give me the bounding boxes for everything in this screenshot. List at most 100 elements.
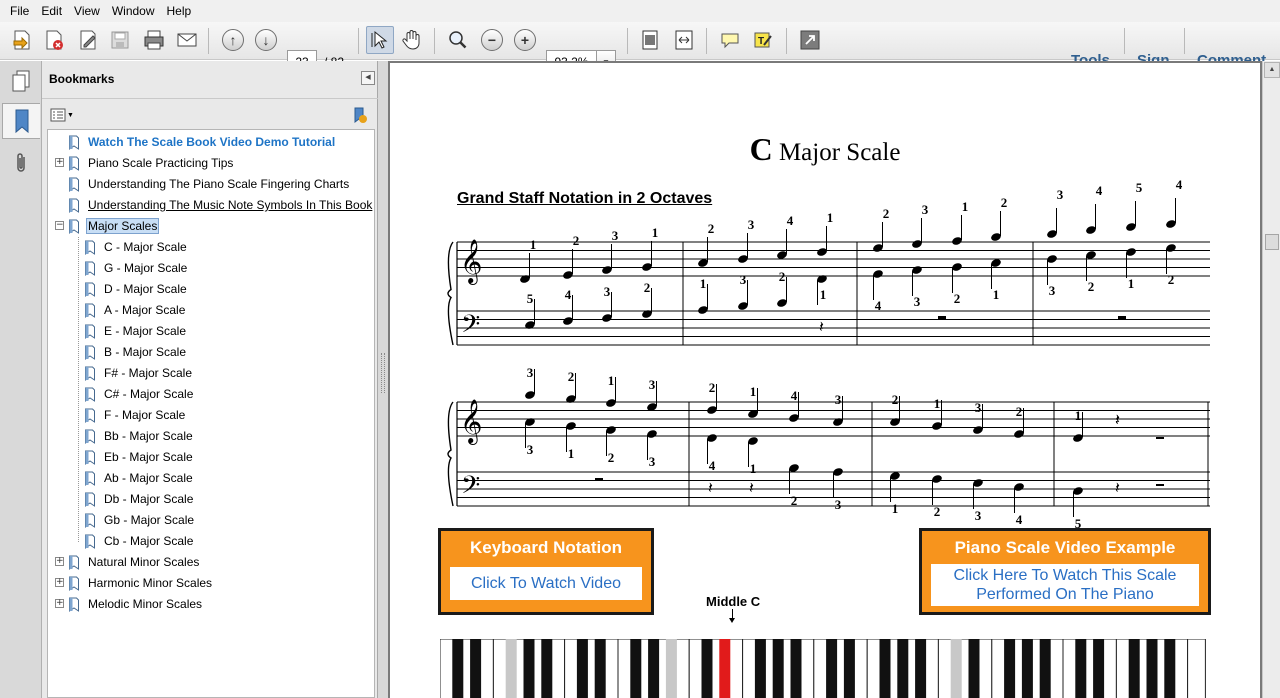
menu-window[interactable]: Window (106, 0, 161, 22)
bookmarks-header: Bookmarks ◀ (42, 61, 378, 99)
white-key (1187, 639, 1206, 698)
splitter-grip[interactable] (381, 353, 385, 393)
bookmark-item[interactable]: Understanding The Music Note Symbols In … (68, 195, 374, 215)
watch-video-link[interactable]: Click To Watch Video (450, 567, 642, 600)
edit-pdf-icon[interactable] (40, 26, 68, 54)
scroll-up-button[interactable]: ▲ (1264, 62, 1280, 78)
fingering-number: 2 (1088, 279, 1095, 294)
black-key (968, 639, 980, 698)
bass-clef-icon: 𝄢 (461, 471, 480, 506)
fit-width-icon[interactable] (670, 26, 698, 54)
bookmark-item[interactable]: + Natural Minor Scales (55, 552, 201, 572)
comment-icon[interactable] (716, 26, 744, 54)
middle-c-key (719, 639, 731, 698)
fingering-number: 2 (779, 269, 786, 284)
fit-page-icon[interactable] (636, 26, 664, 54)
bookmark-item[interactable]: E - Major Scale (84, 321, 188, 341)
black-key (505, 639, 517, 698)
bookmark-options-button[interactable]: ▼ (50, 107, 76, 123)
bookmark-label: Melodic Minor Scales (88, 597, 203, 611)
watch-scale-video-link[interactable]: Click Here To Watch This Scale Performed… (931, 564, 1199, 606)
panel-splitter[interactable] (378, 61, 388, 698)
bookmark-label: D - Major Scale (104, 282, 187, 296)
expand-icon[interactable]: + (55, 557, 64, 566)
bookmark-label: Understanding The Music Note Symbols In … (88, 198, 373, 212)
bookmark-item[interactable]: F - Major Scale (84, 405, 187, 425)
bookmark-label: Harmonic Minor Scales (88, 576, 213, 590)
black-key (826, 639, 838, 698)
menu-help[interactable]: Help (161, 0, 198, 22)
expand-icon[interactable]: + (55, 158, 64, 167)
save-icon[interactable] (106, 26, 134, 54)
bookmark-item[interactable]: B - Major Scale (84, 342, 188, 362)
bookmark-item[interactable]: Ab - Major Scale (84, 468, 195, 488)
fingering-number: 4 (787, 213, 794, 228)
bookmark-item[interactable]: F# - Major Scale (84, 363, 194, 383)
fingering-number: 3 (649, 377, 656, 392)
bookmark-item[interactable]: A - Major Scale (84, 300, 187, 320)
bookmark-item[interactable]: Cb - Major Scale (84, 531, 195, 551)
fingering-number: 1 (568, 446, 575, 461)
vertical-scrollbar[interactable]: ▲ (1262, 61, 1280, 698)
bookmark-item[interactable]: Eb - Major Scale (84, 447, 195, 467)
menu-file[interactable]: File (4, 0, 35, 22)
bookmark-item[interactable]: Bb - Major Scale (84, 426, 195, 446)
previous-page-icon[interactable]: ↑ (219, 26, 247, 54)
bookmark-item[interactable]: C - Major Scale (84, 237, 189, 257)
fingering-number: 4 (791, 388, 798, 403)
bookmark-item[interactable]: + Harmonic Minor Scales (55, 573, 214, 593)
bookmark-item[interactable]: D - Major Scale (84, 279, 189, 299)
bookmark-item[interactable]: Gb - Major Scale (84, 510, 196, 530)
bookmark-item[interactable]: C# - Major Scale (84, 384, 195, 404)
bookmark-item[interactable]: G - Major Scale (84, 258, 189, 278)
collapse-icon[interactable]: − (55, 221, 64, 230)
menu-edit[interactable]: Edit (35, 0, 68, 22)
fingering-number: 1 (608, 373, 615, 388)
create-pdf-icon[interactable] (8, 26, 36, 54)
page-thumbnails-button[interactable] (2, 63, 40, 99)
bookmark-icon (84, 345, 96, 360)
fingering-number: 2 (644, 280, 651, 295)
black-key (576, 639, 588, 698)
select-cursor-icon[interactable] (366, 26, 394, 54)
fingering-number: 3 (604, 284, 611, 299)
highlight-icon[interactable]: T (749, 26, 777, 54)
bookmark-item[interactable]: + Piano Scale Practicing Tips (55, 153, 235, 173)
marquee-zoom-icon[interactable] (444, 26, 472, 54)
bookmark-item[interactable]: Db - Major Scale (84, 489, 195, 509)
fingering-number: 3 (527, 365, 534, 380)
bookmark-label: Natural Minor Scales (88, 555, 200, 569)
next-page-icon[interactable]: ↓ (252, 26, 280, 54)
delete-bookmark-button[interactable] (350, 106, 368, 124)
scroll-thumb[interactable] (1265, 234, 1279, 250)
bookmark-item[interactable]: + Melodic Minor Scales (55, 594, 204, 614)
bookmark-label: Gb - Major Scale (104, 513, 195, 527)
hand-tool-icon[interactable] (398, 26, 426, 54)
bookmark-item[interactable]: − Major Scales (55, 216, 160, 236)
acrobat-reader-window: File Edit View Window Help ↑ ↓ 23 / 82 (0, 0, 1280, 698)
zoom-in-icon[interactable]: + (511, 26, 539, 54)
attachments-button[interactable] (2, 145, 40, 181)
expand-icon[interactable]: + (55, 599, 64, 608)
bookmarks-toolbar: ▼ (42, 99, 378, 129)
bookmark-icon (84, 513, 96, 528)
bookmark-icon (84, 471, 96, 486)
half-rest (1156, 484, 1164, 486)
full-screen-icon[interactable] (796, 26, 824, 54)
bookmark-label: Major Scales (86, 218, 160, 234)
print-icon[interactable] (140, 26, 168, 54)
bookmark-item[interactable]: Watch The Scale Book Video Demo Tutorial (68, 132, 337, 152)
email-icon[interactable] (173, 26, 201, 54)
sign-doc-icon[interactable] (74, 26, 102, 54)
bookmark-label: C# - Major Scale (104, 387, 194, 401)
piano-keyboard (440, 639, 1206, 698)
fingering-number: 4 (565, 287, 572, 302)
black-key (950, 639, 962, 698)
zoom-out-icon[interactable]: − (478, 26, 506, 54)
bookmarks-panel-button[interactable] (2, 103, 40, 139)
expand-icon[interactable]: + (55, 578, 64, 587)
fingering-number: 2 (791, 493, 798, 508)
collapse-panel-button[interactable]: ◀ (361, 71, 375, 85)
bookmark-item[interactable]: Understanding The Piano Scale Fingering … (68, 174, 351, 194)
menu-view[interactable]: View (68, 0, 106, 22)
